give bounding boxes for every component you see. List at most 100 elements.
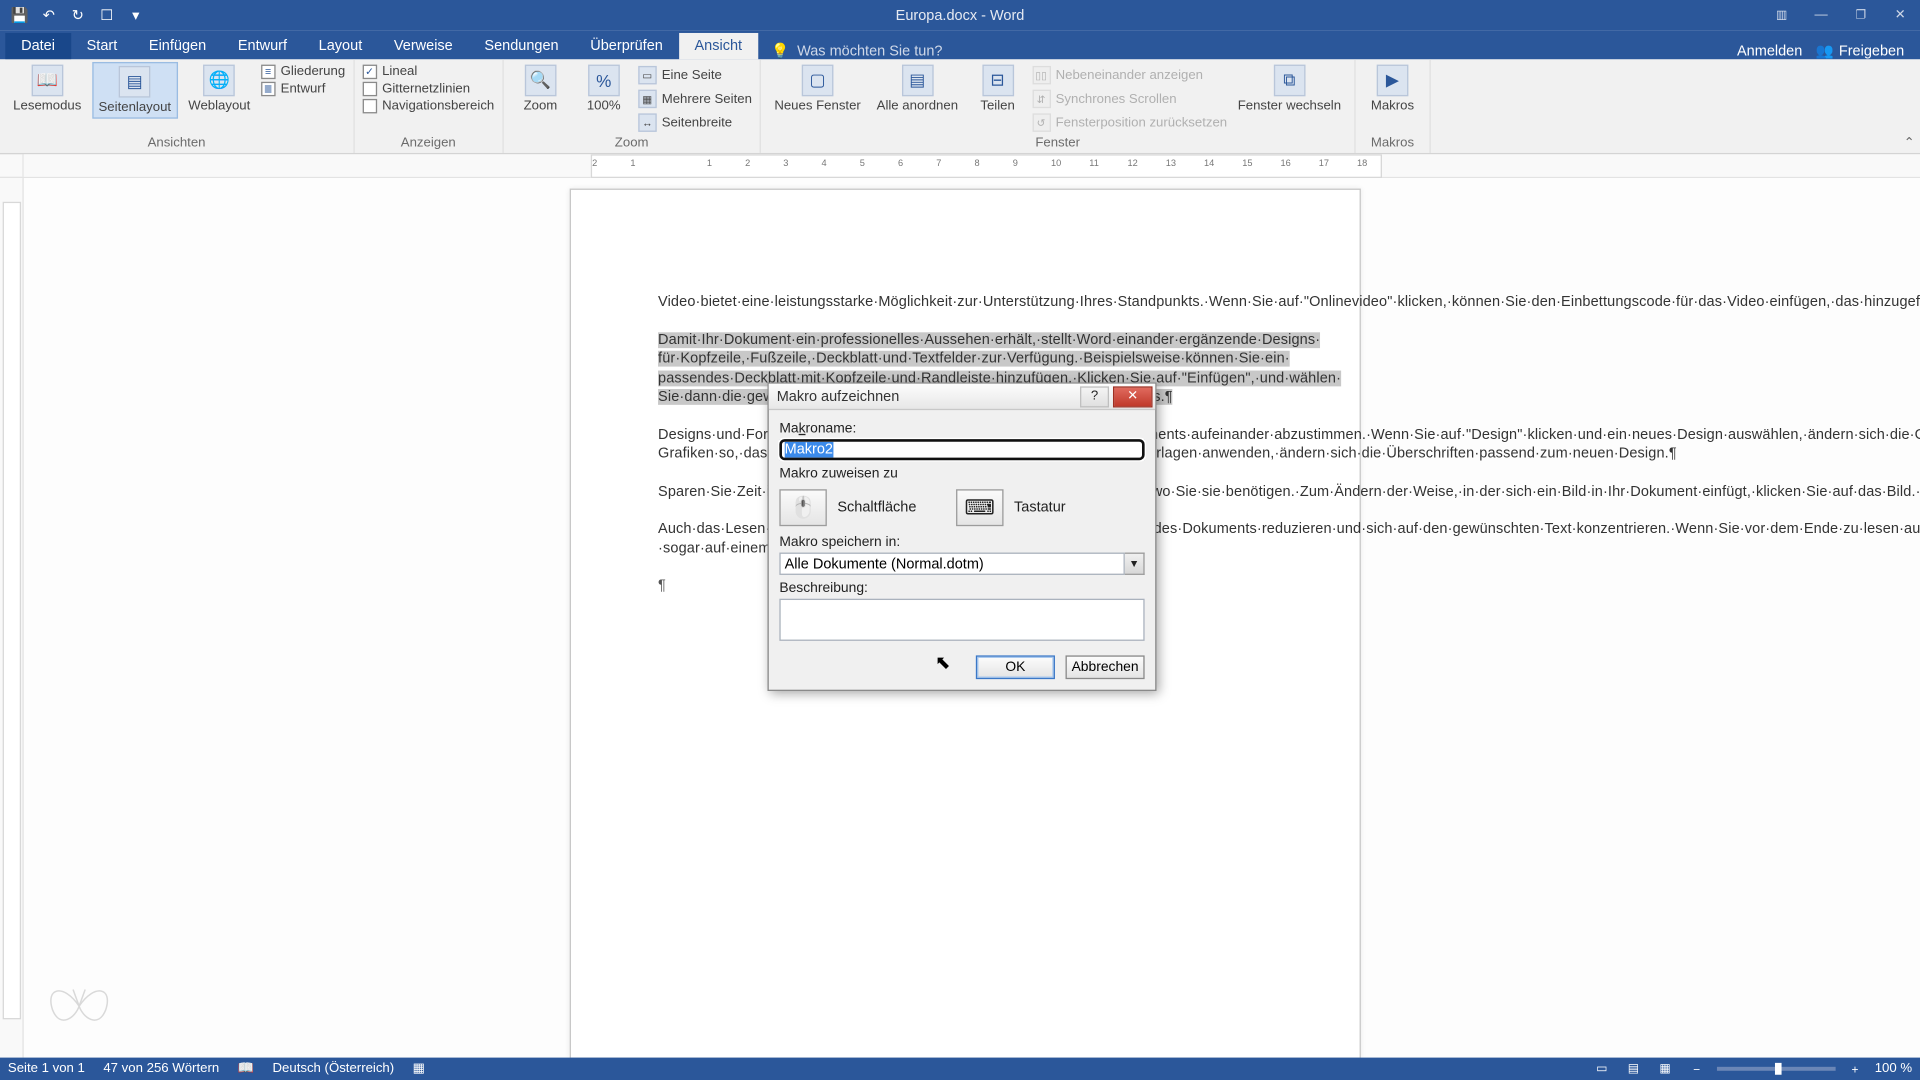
undo-icon[interactable]: ↶ xyxy=(37,3,61,27)
ok-button[interactable]: OK xyxy=(976,655,1055,679)
reset-window-button: ↺Fensterposition zurücksetzen xyxy=(1032,112,1227,133)
tab-layout[interactable]: Layout xyxy=(303,33,378,59)
status-proofing-icon[interactable]: 📖 xyxy=(238,1062,254,1077)
tab-design[interactable]: Entwurf xyxy=(222,33,303,59)
sign-in-link[interactable]: Anmelden xyxy=(1737,43,1802,59)
web-icon: 🌐 xyxy=(203,65,235,97)
ruler-canvas: 21123456789101112131415161718 xyxy=(591,154,1382,178)
store-in-combo[interactable]: ▼ xyxy=(779,553,1144,575)
tab-insert[interactable]: Einfügen xyxy=(133,33,222,59)
tab-view[interactable]: Ansicht xyxy=(679,33,758,59)
tab-references[interactable]: Verweise xyxy=(378,33,469,59)
tab-review[interactable]: Überprüfen xyxy=(574,33,678,59)
collapse-ribbon-icon[interactable]: ⌃ xyxy=(1904,136,1915,151)
qat-dropdown-icon[interactable]: ▾ xyxy=(124,3,148,27)
ribbon: 📖Lesemodus ▤Seitenlayout 🌐Weblayout ≡Gli… xyxy=(0,59,1920,154)
gridlines-checkbox[interactable]: Gitternetzlinien xyxy=(362,82,494,97)
repeat-icon[interactable]: ↻ xyxy=(66,3,90,27)
zoom-slider[interactable] xyxy=(1716,1067,1835,1071)
tab-start[interactable]: Start xyxy=(71,33,133,59)
window-title: Europa.docx - Word xyxy=(896,7,1025,23)
view-print-icon[interactable]: ▤ xyxy=(1622,1060,1646,1078)
checkbox-icon xyxy=(362,82,377,97)
status-bar: Seite 1 von 1 47 von 256 Wörtern 📖 Deuts… xyxy=(0,1058,1920,1080)
record-macro-dialog: Makro aufzeichnen ? ✕ Makroname: Makro z… xyxy=(767,382,1156,691)
group-show: ✓Lineal Gitternetzlinien Navigationsbere… xyxy=(354,59,503,153)
multi-page-button[interactable]: ▦Mehrere Seiten xyxy=(638,88,752,109)
ribbon-display-icon[interactable]: ▥ xyxy=(1762,0,1802,30)
group-zoom: 🔍Zoom %100% ▭Eine Seite ▦Mehrere Seiten … xyxy=(503,59,761,153)
zoom-level[interactable]: 100 % xyxy=(1875,1062,1912,1077)
tab-file[interactable]: Datei xyxy=(5,33,71,59)
percent-icon: % xyxy=(588,65,620,97)
new-window-button[interactable]: ▢Neues Fenster xyxy=(769,62,866,116)
status-language[interactable]: Deutsch (Österreich) xyxy=(273,1062,395,1077)
one-page-icon: ▭ xyxy=(638,66,656,84)
group-views-label: Ansichten xyxy=(8,136,345,153)
group-views: 📖Lesemodus ▤Seitenlayout 🌐Weblayout ≡Gli… xyxy=(0,59,354,153)
status-page[interactable]: Seite 1 von 1 xyxy=(8,1062,85,1077)
zoom-100-button[interactable]: %100% xyxy=(575,62,633,116)
switch-windows-button[interactable]: ⧉Fenster wechseln xyxy=(1232,62,1346,116)
one-page-button[interactable]: ▭Eine Seite xyxy=(638,65,752,86)
share-button[interactable]: 👥Freigeben xyxy=(1816,42,1905,59)
zoom-in-icon[interactable]: + xyxy=(1843,1060,1867,1078)
group-show-label: Anzeigen xyxy=(362,136,494,153)
description-label: Beschreibung: xyxy=(779,580,1144,596)
paragraph: Video·bietet·eine·leistungsstarke·Möglic… xyxy=(658,293,1273,312)
assign-keyboard-option[interactable]: ⌨ Tastatur xyxy=(956,489,1066,526)
outline-button[interactable]: ≡Gliederung xyxy=(261,65,345,80)
chevron-down-icon[interactable]: ▼ xyxy=(1125,553,1145,575)
dialog-close-button[interactable]: ✕ xyxy=(1113,386,1153,407)
macros-button[interactable]: ▶Makros xyxy=(1363,62,1421,116)
switch-icon: ⧉ xyxy=(1274,65,1306,97)
description-textarea[interactable] xyxy=(779,599,1144,641)
navpane-checkbox[interactable]: Navigationsbereich xyxy=(362,99,494,114)
ribbon-tabs: Datei Start Einfügen Entwurf Layout Verw… xyxy=(0,30,1920,59)
arrange-all-button[interactable]: ▤Alle anordnen xyxy=(871,62,963,116)
side-by-side-button: ▯▯Nebeneinander anzeigen xyxy=(1032,65,1227,86)
view-web-icon[interactable]: ▦ xyxy=(1653,1060,1677,1078)
restore-icon[interactable]: ❐ xyxy=(1841,0,1881,30)
share-icon: 👥 xyxy=(1816,42,1834,59)
tell-me[interactable]: 💡 Was möchten Sie tun? xyxy=(771,42,942,59)
tell-me-text: Was möchten Sie tun? xyxy=(797,43,942,59)
web-layout-button[interactable]: 🌐Weblayout xyxy=(183,62,256,116)
cancel-button[interactable]: Abbrechen xyxy=(1066,655,1145,679)
status-macro-icon[interactable]: ▦ xyxy=(413,1062,425,1077)
close-icon[interactable]: ✕ xyxy=(1880,0,1920,30)
vertical-ruler[interactable] xyxy=(0,178,24,1058)
ruler-corner xyxy=(0,154,24,176)
save-icon[interactable]: 💾 xyxy=(8,3,32,27)
tab-mailings[interactable]: Sendungen xyxy=(469,33,575,59)
minimize-icon[interactable]: — xyxy=(1801,0,1841,30)
button-icon: 🖱️ xyxy=(779,489,826,526)
keyboard-icon: ⌨ xyxy=(956,489,1003,526)
ruler-row: 21123456789101112131415161718 xyxy=(0,154,1920,178)
status-words[interactable]: 47 von 256 Wörtern xyxy=(103,1062,219,1077)
draft-button[interactable]: ≣Entwurf xyxy=(261,82,345,97)
sync-scroll-button: ⇵Synchrones Scrollen xyxy=(1032,88,1227,109)
touch-mode-icon[interactable]: ☐ xyxy=(95,3,119,27)
help-button[interactable]: ? xyxy=(1080,386,1109,407)
macro-name-input[interactable] xyxy=(779,439,1144,460)
title-bar: 💾 ↶ ↻ ☐ ▾ Europa.docx - Word ▥ — ❐ ✕ xyxy=(0,0,1920,30)
page-icon: ▤ xyxy=(119,66,151,98)
dialog-titlebar[interactable]: Makro aufzeichnen ? ✕ xyxy=(769,384,1155,410)
group-window-label: Fenster xyxy=(769,136,1346,153)
dialog-title: Makro aufzeichnen xyxy=(777,388,1080,404)
group-zoom-label: Zoom xyxy=(511,136,751,153)
zoom-out-icon[interactable]: − xyxy=(1685,1060,1709,1078)
group-macros-label: Makros xyxy=(1363,136,1421,153)
horizontal-ruler[interactable]: 21123456789101112131415161718 xyxy=(24,154,1920,176)
page-width-button[interactable]: ↔Seitenbreite xyxy=(638,112,752,133)
outline-icon: ≡ xyxy=(261,65,276,80)
ruler-checkbox[interactable]: ✓Lineal xyxy=(362,65,494,80)
split-button[interactable]: ⊟Teilen xyxy=(969,62,1027,116)
print-layout-button[interactable]: ▤Seitenlayout xyxy=(92,62,178,119)
assign-button-option[interactable]: 🖱️ Schaltfläche xyxy=(779,489,916,526)
zoom-button[interactable]: 🔍Zoom xyxy=(511,62,569,116)
read-mode-button[interactable]: 📖Lesemodus xyxy=(8,62,87,116)
store-in-value[interactable] xyxy=(779,553,1124,575)
view-read-icon[interactable]: ▭ xyxy=(1590,1060,1614,1078)
